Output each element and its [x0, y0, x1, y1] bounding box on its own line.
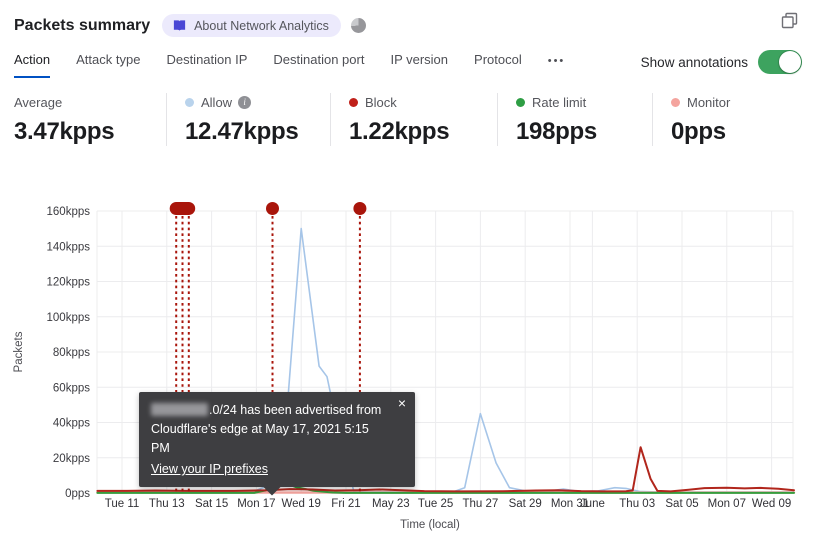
tab-bar: Action Attack type Destination IP Destin… — [0, 46, 816, 78]
tab-ip-version[interactable]: IP version — [390, 52, 448, 78]
stat-allow-value: 12.47kpps — [185, 118, 299, 145]
about-network-analytics-badge[interactable]: About Network Analytics — [162, 14, 341, 37]
header: Packets summary About Network Analytics — [0, 0, 816, 38]
svg-text:Thu 13: Thu 13 — [149, 498, 185, 510]
tab-destination-ip[interactable]: Destination IP — [166, 52, 247, 78]
stat-rate-limit-value: 198pps — [516, 118, 597, 145]
svg-text:Wed 09: Wed 09 — [752, 498, 791, 510]
annotation-marker[interactable] — [353, 202, 367, 215]
more-tabs-button[interactable]: ••• — [548, 55, 566, 78]
allow-dot — [185, 97, 194, 107]
svg-text:Sat 15: Sat 15 — [195, 498, 228, 510]
page-title: Packets summary — [14, 16, 151, 34]
monitor-dot — [671, 97, 680, 107]
book-icon — [173, 20, 186, 31]
svg-text:Wed 19: Wed 19 — [281, 498, 320, 510]
tab-protocol[interactable]: Protocol — [474, 52, 522, 78]
stat-allow: Allow i 12.47kpps — [166, 93, 330, 146]
tooltip-line1: .0/24 has been advertised from — [151, 401, 389, 420]
block-dot — [349, 97, 358, 107]
stat-rate-limit: Rate limit 198pps — [497, 93, 652, 146]
svg-text:140kpps: 140kpps — [47, 241, 91, 253]
svg-text:Fri 21: Fri 21 — [331, 498, 360, 510]
stat-block-label: Block — [365, 94, 397, 110]
rate-limit-dot — [516, 97, 525, 107]
redacted-ip — [151, 403, 208, 416]
svg-text:Sat 05: Sat 05 — [665, 498, 698, 510]
chart-svg: 0pps 20kpps 40kpps 60kpps 80kpps 100kpps 120kp… — [13, 202, 796, 531]
stat-rate-limit-label: Rate limit — [532, 94, 587, 110]
tab-destination-port[interactable]: Destination port — [273, 52, 364, 78]
svg-text:Tue 11: Tue 11 — [105, 498, 140, 510]
network-analytics-panel: Packets summary About Network Analytics … — [0, 0, 816, 545]
show-annotations-toggle[interactable] — [758, 50, 802, 74]
badge-label: About Network Analytics — [194, 18, 329, 33]
annotation-tooltip: × .0/24 has been advertised from Cloudfl… — [139, 392, 415, 496]
svg-text:Thu 27: Thu 27 — [462, 498, 498, 510]
tooltip-line2: Cloudflare's edge at May 17, 2021 5:15 P… — [151, 422, 369, 455]
stat-monitor-value: 0pps — [671, 118, 726, 145]
y-axis-labels: 0pps 20kpps 40kpps 60kpps 80kpps 100kpps 120kp… — [47, 206, 91, 500]
svg-text:60kpps: 60kpps — [53, 382, 90, 394]
svg-text:120kpps: 120kpps — [47, 277, 91, 289]
annotation-marker[interactable] — [266, 202, 279, 215]
stats-row: Average 3.47kpps Allow i 12.47kpps Block… — [0, 93, 816, 146]
show-annotations-label: Show annotations — [640, 54, 748, 70]
stat-allow-label: Allow — [201, 94, 233, 110]
svg-text:100kpps: 100kpps — [47, 312, 91, 324]
view-ip-prefixes-link[interactable]: View your IP prefixes — [151, 460, 268, 479]
packets-chart[interactable]: 0pps 20kpps 40kpps 60kpps 80kpps 100kpps 120kp… — [0, 190, 816, 545]
stat-block: Block 1.22kpps — [330, 93, 497, 146]
copy-icon[interactable] — [781, 12, 798, 34]
y-axis-title: Packets — [13, 331, 25, 372]
stat-monitor-label: Monitor — [687, 94, 731, 110]
stat-average: Average 3.47kpps — [14, 93, 166, 146]
annotation-marker[interactable] — [169, 202, 196, 215]
svg-text:0pps: 0pps — [65, 488, 90, 500]
svg-text:Thu 03: Thu 03 — [619, 498, 655, 510]
tab-attack-type[interactable]: Attack type — [76, 52, 140, 78]
info-icon[interactable]: i — [238, 95, 252, 109]
svg-text:20kpps: 20kpps — [53, 453, 90, 465]
svg-text:May 23: May 23 — [372, 498, 410, 510]
x-axis-title: Time (local) — [400, 519, 460, 531]
svg-text:Mon 07: Mon 07 — [708, 498, 746, 510]
close-icon[interactable]: × — [398, 396, 406, 410]
toggle-knob — [779, 51, 801, 73]
svg-text:Tue 25: Tue 25 — [418, 498, 453, 510]
svg-text:160kpps: 160kpps — [47, 206, 91, 218]
stat-average-value: 3.47kpps — [14, 118, 115, 145]
svg-text:80kpps: 80kpps — [53, 347, 90, 359]
svg-text:Sat 29: Sat 29 — [509, 498, 542, 510]
pie-chart-icon — [350, 18, 366, 33]
svg-text:June: June — [580, 498, 605, 510]
tab-action[interactable]: Action — [14, 52, 51, 78]
stat-block-value: 1.22kpps — [349, 118, 450, 145]
show-annotations-control: Show annotations — [641, 50, 802, 78]
stat-average-label: Average — [14, 94, 63, 110]
svg-text:40kpps: 40kpps — [53, 418, 90, 430]
x-axis-labels: Tue 11 Thu 13 Sat 15 Mon 17 Wed 19 Fri 21 May … — [105, 498, 792, 510]
svg-text:Mon 17: Mon 17 — [237, 498, 275, 510]
stat-monitor: Monitor 0pps — [652, 93, 816, 146]
